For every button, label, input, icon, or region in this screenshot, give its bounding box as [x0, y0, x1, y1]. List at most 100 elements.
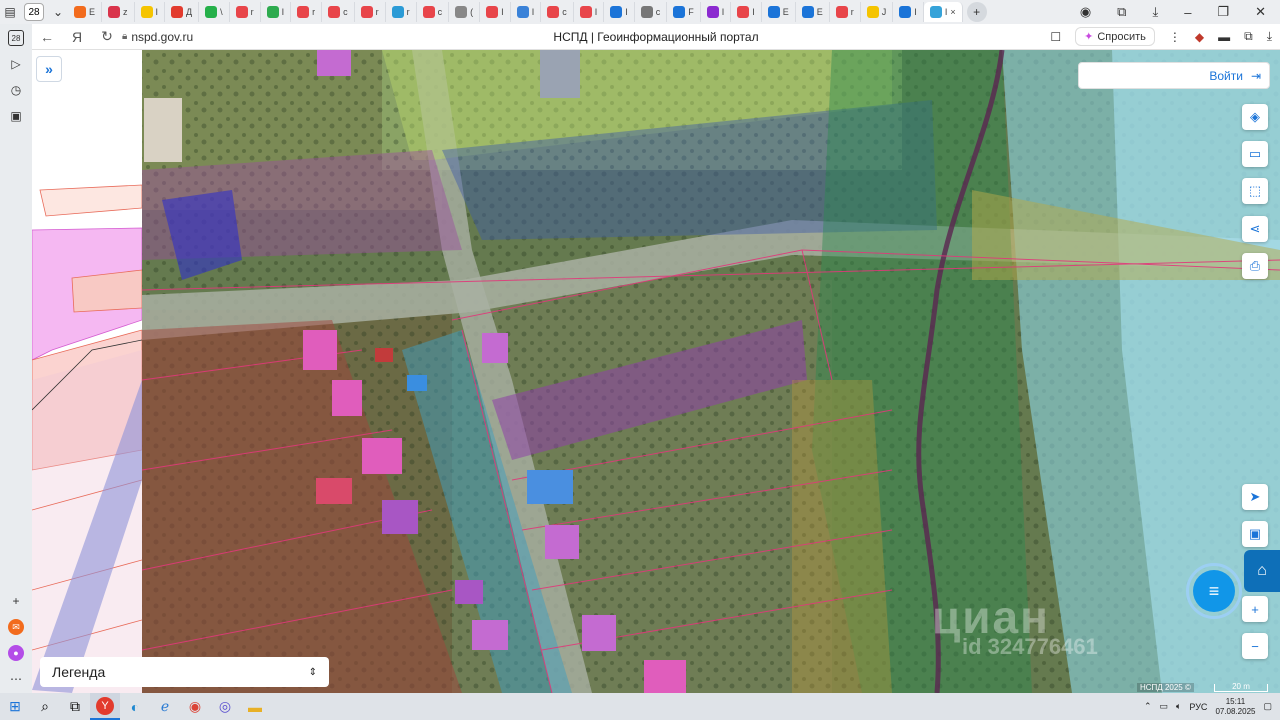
login-button[interactable]: Войти ⇥	[1078, 62, 1270, 89]
screenshot-icon[interactable]: ▣	[8, 108, 24, 124]
locate-icon: ➤	[1249, 489, 1261, 504]
cian-widget-button[interactable]: ⌂	[1244, 550, 1280, 592]
add-panel-icon[interactable]: +	[8, 593, 24, 609]
browser-tab[interactable]: I	[731, 2, 762, 22]
copyright: НСПД 2025 ©	[1137, 683, 1194, 692]
zoom-out-button[interactable]: −	[1242, 633, 1268, 659]
notifications-icon[interactable]: ▢	[1263, 701, 1272, 712]
browser-tab[interactable]: I	[604, 2, 635, 22]
browser-tab[interactable]: \	[199, 2, 230, 22]
browser-tab[interactable]: Д	[165, 2, 200, 22]
download-icon[interactable]: ⤓	[1267, 29, 1272, 44]
locate-button[interactable]: ➤	[1242, 484, 1268, 510]
volume-icon[interactable]: 🔈︎	[1176, 701, 1181, 712]
browser-tab[interactable]: I	[261, 2, 292, 22]
map-view[interactable]: циан id 324776461 » Войти ⇥ ◈ ▭ ⬚ ⋖ ⎙ ➤ …	[32, 50, 1280, 693]
favicon-icon	[673, 6, 686, 18]
share-button[interactable]: ⋖	[1242, 216, 1268, 242]
browser-tab[interactable]: r	[355, 2, 386, 22]
restore-button[interactable]: ❐	[1217, 4, 1229, 20]
reload-icon[interactable]: ↻	[92, 28, 122, 45]
browser-tab[interactable]: Е	[68, 2, 103, 22]
downloads-icon[interactable]: ⤓	[1152, 4, 1158, 20]
browser-tab[interactable]: I	[511, 2, 542, 22]
extension-icon[interactable]: ◆	[1195, 30, 1204, 44]
close-tab-icon[interactable]: ×	[950, 7, 955, 17]
menu-dots-icon[interactable]: ⋮	[1169, 30, 1181, 44]
browser-tab[interactable]: (	[449, 2, 481, 22]
bookmark-icon[interactable]: ☐	[1050, 30, 1061, 44]
play-icon[interactable]: ▷	[8, 56, 24, 72]
favicon-icon	[108, 6, 121, 18]
profile-icon[interactable]: ◉	[1080, 4, 1091, 20]
collections-icon[interactable]: ⧉	[1117, 4, 1126, 20]
tab-count-button[interactable]: 28	[24, 3, 44, 21]
history-icon[interactable]: ◷	[8, 82, 24, 98]
tab-list-chevron-icon[interactable]: ⌄	[48, 2, 68, 22]
browser-tab[interactable]: r	[230, 2, 261, 22]
browser-tab[interactable]: c	[635, 2, 668, 22]
app-icon[interactable]: ◎	[210, 693, 240, 720]
edge-icon[interactable]: ◐	[120, 693, 150, 720]
browser-tab[interactable]: I	[893, 2, 924, 22]
close-window-button[interactable]: ✕	[1255, 4, 1266, 20]
browser-tab[interactable]: I	[135, 2, 166, 22]
browser-tab[interactable]: F	[667, 2, 701, 22]
browser-side-panel: 28 ▷ ◷ ▣ + ✉ ● ⋯	[0, 24, 32, 693]
browser-tab[interactable]: r	[291, 2, 323, 22]
browser-tab[interactable]: I	[574, 2, 605, 22]
search-icon[interactable]: ⌕	[30, 693, 60, 720]
url-field[interactable]: nspd.gov.ru	[131, 30, 193, 44]
chrome-icon[interactable]: ◉	[180, 693, 210, 720]
ie-icon[interactable]: ℯ	[150, 693, 180, 720]
browser-tab[interactable]: r	[830, 2, 861, 22]
browser-tab[interactable]: c	[541, 2, 574, 22]
ask-icon: ✦	[1084, 31, 1094, 43]
zoom-in-button[interactable]: +	[1242, 596, 1268, 622]
tray-expand-icon[interactable]: ⌃	[1144, 701, 1152, 712]
file-explorer-icon[interactable]: ▬	[240, 693, 270, 720]
map-canvas[interactable]	[32, 50, 1280, 693]
yandex-icon[interactable]: Я	[62, 29, 92, 45]
ruler-button[interactable]: ▭	[1242, 141, 1268, 167]
favicon-icon	[706, 6, 719, 18]
minimize-button[interactable]: –	[1184, 5, 1191, 20]
browser-tab[interactable]: E	[796, 2, 830, 22]
translate-icon[interactable]: ▬	[1218, 30, 1230, 44]
print-button[interactable]: ⎙	[1242, 253, 1268, 279]
tabs-panel-icon[interactable]: 28	[8, 30, 24, 46]
browser-tab[interactable]: z	[102, 2, 135, 22]
minimap-button[interactable]: ▣	[1242, 521, 1268, 547]
browser-tab[interactable]: c	[417, 2, 450, 22]
browser-tab[interactable]: r	[386, 2, 417, 22]
tab-active[interactable]: I ×	[923, 2, 963, 22]
mail-icon[interactable]: ✉	[8, 619, 24, 635]
new-tab-button[interactable]: +	[966, 2, 987, 22]
network-icon[interactable]: ▭	[1159, 701, 1168, 712]
chat-widget[interactable]: ≡	[1186, 563, 1242, 619]
tab-strip: Еz I Д \ r Ir c r r c(I Ic I Ic F I I E Er J I	[68, 2, 924, 22]
favicon-icon	[835, 6, 848, 18]
clock[interactable]: 15:11 07.08.2025	[1215, 697, 1255, 717]
yandex-browser-icon[interactable]: Y	[90, 693, 120, 720]
tab-menu-icon[interactable]: ▤	[0, 2, 20, 22]
select-area-button[interactable]: ⬚	[1242, 178, 1268, 204]
ask-button[interactable]: ✦ Спросить	[1075, 27, 1155, 46]
layers-button[interactable]: ◈	[1242, 104, 1268, 130]
browser-tab[interactable]: I	[701, 2, 732, 22]
favicon-icon	[140, 6, 153, 18]
browser-tab[interactable]: E	[762, 2, 796, 22]
alice-icon[interactable]: ●	[8, 645, 24, 661]
legend-dropdown[interactable]: Легенда ⇕	[40, 657, 329, 687]
browser-tab[interactable]: I	[480, 2, 511, 22]
windows-start-icon[interactable]: ⊞	[0, 693, 30, 720]
task-view-icon[interactable]: ⧉	[60, 693, 90, 720]
reader-icon[interactable]: ⧉	[1244, 29, 1253, 44]
favicon-icon	[610, 6, 623, 18]
more-icon[interactable]: ⋯	[8, 671, 24, 687]
back-icon[interactable]: ←	[32, 29, 62, 45]
browser-tab[interactable]: J	[861, 2, 894, 22]
cian-icon: ⌂	[1257, 562, 1267, 579]
language-indicator[interactable]: РУС	[1189, 702, 1207, 712]
browser-tab[interactable]: c	[322, 2, 355, 22]
